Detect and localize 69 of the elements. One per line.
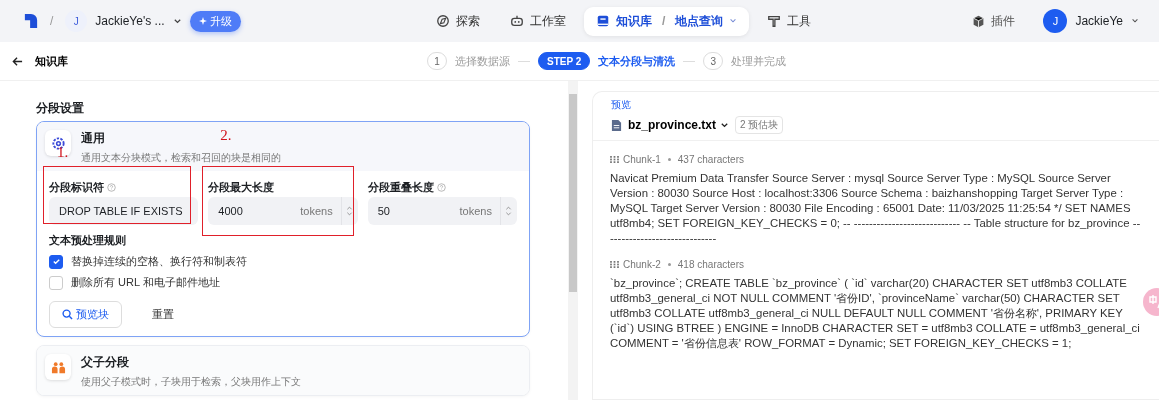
back-button[interactable]: 知识库 xyxy=(12,53,427,69)
arrow-left-icon xyxy=(12,55,23,67)
nav-tab[interactable]: 知识库 / 地点查询 xyxy=(584,6,750,36)
grid-dots-icon xyxy=(610,156,619,163)
workspace-name[interactable]: JackieYe's ... xyxy=(95,14,165,28)
scrollbar[interactable] xyxy=(568,81,578,400)
cube-icon xyxy=(972,14,986,28)
breadcrumb-separator: / xyxy=(662,14,666,28)
preview-label: 预览 xyxy=(611,98,632,112)
step-label: 文本分段与清洗 xyxy=(598,53,676,69)
mode-title: 通用 xyxy=(81,130,105,147)
app-logo-icon xyxy=(24,13,38,29)
search-icon xyxy=(62,309,73,320)
people-icon xyxy=(50,359,66,375)
annotation-number: 2. xyxy=(220,127,232,144)
breadcrumb-separator: / xyxy=(50,14,54,28)
knowledge-base-name[interactable]: 地点查询 xyxy=(675,12,724,30)
nav-tab[interactable]: 工作室 xyxy=(498,6,578,36)
user-menu[interactable]: J JackieYe xyxy=(1043,9,1139,33)
compass-icon xyxy=(436,14,450,28)
chevron-down-icon xyxy=(720,120,730,130)
number-field[interactable]: 4000 tokens xyxy=(208,197,358,225)
sparkle-icon xyxy=(198,17,207,25)
nav-tab[interactable]: 探索 xyxy=(424,6,492,36)
field-label: 分段最大长度 xyxy=(208,179,275,195)
step-number: STEP 2 xyxy=(538,52,591,70)
robot-icon xyxy=(510,14,524,28)
workspace-avatar: J xyxy=(65,10,88,32)
stepper-arrows-icon xyxy=(346,205,354,217)
annotation-number: 1. xyxy=(57,144,69,161)
step-label: 处理并完成 xyxy=(731,53,787,69)
chunk-character-count: 418 characters xyxy=(677,259,744,270)
mode-description: 通用文本分块模式，检索和召回的块是相同的 xyxy=(81,151,281,165)
file-selector[interactable]: bz_province.txt xyxy=(628,118,730,132)
step-label: 选择数据源 xyxy=(455,53,510,69)
checkbox-label: 替换掉连续的空格、换行符和制表符 xyxy=(71,254,247,269)
field-label: 分段重叠长度 xyxy=(367,179,434,195)
chevron-down-icon xyxy=(1131,17,1139,25)
grid-dots-icon xyxy=(610,261,619,268)
upgrade-button[interactable]: 升级 xyxy=(189,10,241,32)
chunk-name: Chunk-2 xyxy=(623,259,661,270)
section-title: 分段设置 xyxy=(36,100,85,117)
chunk-character-count: 437 characters xyxy=(677,154,744,165)
mode-card[interactable]: 通用 通用文本分块模式，检索和召回的块是相同的 分段标识符 DROP TABLE IF EXISTS 1. 分段最大长度 4000 tokens 2. 分段重叠长度 50 tokens 文本预处理规则 替换掉连续的空格、换行符和制表符 删除所有 URL 和电子邮件地址 预览块 重置 xyxy=(36,121,530,337)
chevron-down-icon xyxy=(172,16,182,26)
chunk-text: `bz_province`; CREATE TABLE `bz_province` ( `id` varchar(20) CHARACTER SET utf8mb3 COLLATE utf8mb3_general_ci NOT NULL COMMENT '省份ID', `provinceName` varchar(50) CHARACTER SET utf8mb3 COLLATE utf8mb3_general_ci NULL DEFAULT NULL COMMENT '省份名称', PRIMARY KEY (`id`) USING BTREE ) ENGINE = InnoDB CHARACTER SET = utf8mb3 COLLATE = utf8mb3_general_ci COMMENT = '省份信息表' ROW_FORMAT = Dynamic; SET FOREIGN_KEY_CHECKS = 1; xyxy=(610,276,1141,351)
section-label: 文本预处理规则 xyxy=(49,233,127,248)
plugins-link[interactable]: 插件 xyxy=(972,12,1016,30)
preview-button[interactable]: 预览块 xyxy=(49,301,122,328)
book-icon xyxy=(596,14,610,28)
mode-title: 父子分段 xyxy=(81,354,129,371)
mode-description: 使用父子模式时，子块用于检索，父块用作上下文 xyxy=(81,375,301,389)
chunk-text: Navicat Premium Data Transfer Source Server : mysql Source Server Type : MySQL Source Server Version : 80030 Source Host : localhost:3306 Source Schema : baizhanshopping Target Server Type : MySQL Target Server Version : 80030 File Encoding : 65001 Date: 11/03/2025 11:25:54 */ SET NAMES utf8mb4; SET FOREIGN_KEY_CHECKS = 0; -- ---------------------------- -- Table structure for bz_province -- ---------------------------- xyxy=(610,171,1142,246)
input-field[interactable]: DROP TABLE IF EXISTS xyxy=(49,197,199,225)
stepper-arrows-icon xyxy=(505,205,513,217)
nav-tab[interactable]: 工具 xyxy=(755,6,824,36)
check-icon xyxy=(51,257,61,266)
mode-card[interactable]: 父子分段 使用父子模式时，子块用于检索，父块用作上下文 xyxy=(36,345,530,396)
file-icon xyxy=(611,118,622,132)
hammer-icon xyxy=(767,14,782,28)
user-avatar: J xyxy=(1043,9,1068,33)
reset-button[interactable]: 重置 xyxy=(146,306,180,323)
chevron-down-icon xyxy=(729,17,738,25)
chunk-name: Chunk-1 xyxy=(623,154,661,165)
field-label: 分段标识符 xyxy=(49,179,104,195)
checkbox[interactable] xyxy=(49,254,63,269)
number-field[interactable]: 50 tokens xyxy=(367,197,517,225)
checkbox-label: 删除所有 URL 和电子邮件地址 xyxy=(71,275,220,290)
chunk-count-badge: 2 预估块 xyxy=(735,116,784,134)
